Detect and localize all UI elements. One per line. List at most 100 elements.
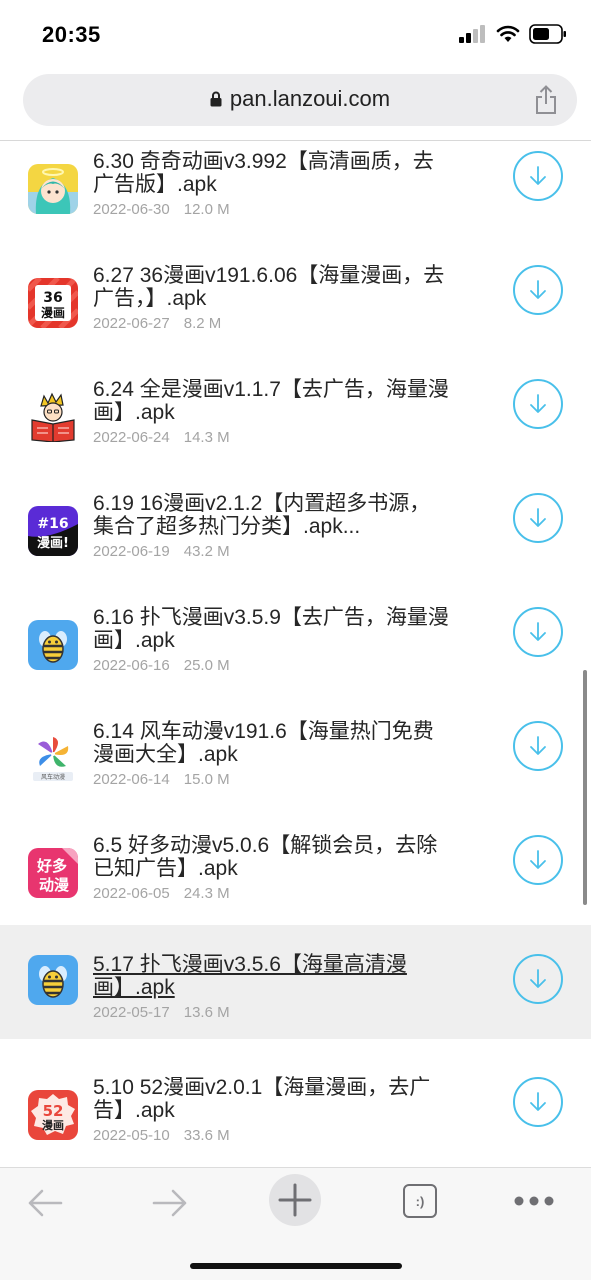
haoduo-dongman-app-icon: 好多 动漫 bbox=[28, 848, 78, 898]
icon-label: 好多 bbox=[36, 857, 67, 875]
file-date: 2022-06-16 bbox=[93, 657, 170, 674]
icon-label: 52 bbox=[43, 1102, 64, 1120]
list-item[interactable]: 6.16 扑飞漫画v3.5.9【去广告，海量漫画】.apk 2022-06-16… bbox=[0, 593, 591, 707]
more-dots-icon bbox=[514, 1196, 554, 1206]
battery-icon bbox=[529, 24, 566, 44]
download-icon bbox=[530, 736, 546, 755]
pufei-bee-app-icon bbox=[28, 620, 78, 670]
download-icon bbox=[530, 969, 546, 988]
file-size: 24.3 M bbox=[183, 885, 230, 902]
forward-button[interactable] bbox=[150, 1178, 190, 1228]
file-name[interactable]: 6.19 16漫画v2.1.2【内置超多书源， 集合了超多热门分类】.apk..… bbox=[93, 492, 453, 538]
fengche-pinwheel-app-icon: 风车动漫 bbox=[28, 734, 78, 784]
file-size: 8.2 M bbox=[183, 315, 222, 332]
tabs-button[interactable]: :) bbox=[403, 1184, 437, 1218]
file-size: 15.0 M bbox=[183, 771, 230, 788]
download-button[interactable] bbox=[513, 954, 563, 1004]
status-icons bbox=[459, 24, 567, 44]
url-domain: pan.lanzoui.com bbox=[229, 86, 391, 111]
list-item[interactable]: 风车动漫 6.14 风车动漫v191.6【海量热门免费漫画大全】.apk 202… bbox=[0, 707, 591, 821]
forward-arrow-icon bbox=[152, 1189, 187, 1217]
download-button[interactable] bbox=[513, 1077, 563, 1127]
file-meta: 2022-06-24 14.3 M bbox=[93, 429, 230, 446]
file-meta: 2022-06-16 25.0 M bbox=[93, 657, 230, 674]
download-button[interactable] bbox=[513, 379, 563, 429]
file-meta: 2022-05-17 13.6 M bbox=[93, 1004, 230, 1021]
icon-label: 漫画! bbox=[37, 535, 69, 551]
list-item[interactable]: #16 漫画! 6.19 16漫画v2.1.2【内置超多书源， 集合了超多热门分… bbox=[0, 479, 591, 593]
list-item[interactable]: 好多 动漫 6.5 好多动漫v5.0.6【解锁会员，去除已知广告】.apk 20… bbox=[0, 821, 591, 935]
download-icon bbox=[530, 850, 546, 869]
list-item[interactable]: 6.24 全是漫画v1.1.7【去广告，海量漫画】.apk 2022-06-24… bbox=[0, 365, 591, 479]
more-menu-button[interactable] bbox=[512, 1190, 556, 1212]
file-meta: 2022-06-14 15.0 M bbox=[93, 771, 230, 788]
file-list: 6.30 奇奇动画v3.992【高清画质，去广告版】.apk 2022-06-3… bbox=[0, 141, 591, 1167]
file-name[interactable]: 6.27 36漫画v191.6.06【海量漫画，去广告，】.apk bbox=[93, 264, 453, 310]
file-date: 2022-05-17 bbox=[93, 1004, 170, 1021]
file-meta: 2022-06-19 43.2 M bbox=[93, 543, 230, 560]
home-indicator bbox=[190, 1263, 402, 1269]
file-name[interactable]: 5.17 扑飞漫画v3.5.6【海量高清漫画】.apk bbox=[93, 953, 453, 999]
52-manhua-app-icon: 52 漫画 bbox=[28, 1090, 78, 1140]
wifi-icon bbox=[496, 25, 520, 42]
file-size: 43.2 M bbox=[183, 543, 230, 560]
file-meta: 2022-06-27 8.2 M bbox=[93, 315, 221, 332]
download-button[interactable] bbox=[513, 493, 563, 543]
file-size: 13.6 M bbox=[183, 1004, 230, 1021]
list-item[interactable]: 6.30 奇奇动画v3.992【高清画质，去广告版】.apk 2022-06-3… bbox=[0, 141, 591, 251]
icon-label: 漫画 bbox=[42, 1118, 64, 1132]
download-button[interactable] bbox=[513, 607, 563, 657]
list-item-selected[interactable]: 5.17 扑飞漫画v3.5.6【海量高清漫画】.apk 2022-05-17 13… bbox=[0, 925, 591, 1039]
file-date: 2022-05-10 bbox=[93, 1127, 170, 1144]
file-name[interactable]: 6.14 风车动漫v191.6【海量热门免费漫画大全】.apk bbox=[93, 720, 453, 766]
status-time: 20:35 bbox=[42, 22, 101, 47]
download-button[interactable] bbox=[513, 151, 563, 201]
download-icon bbox=[530, 622, 546, 641]
cellular-signal-icon bbox=[459, 25, 485, 43]
icon-label: 36 bbox=[43, 290, 62, 306]
quanshi-manhua-app-icon bbox=[28, 392, 78, 442]
icon-label: #16 bbox=[37, 516, 68, 532]
share-icon[interactable] bbox=[535, 85, 557, 115]
file-size: 14.3 M bbox=[183, 429, 230, 446]
new-tab-button[interactable] bbox=[269, 1174, 321, 1226]
16-manhua-app-icon: #16 漫画! bbox=[28, 506, 78, 556]
icon-label: 动漫 bbox=[39, 876, 70, 894]
lock-icon bbox=[210, 91, 222, 107]
download-button[interactable] bbox=[513, 265, 563, 315]
download-icon bbox=[530, 1092, 546, 1111]
download-button[interactable] bbox=[513, 721, 563, 771]
file-date: 2022-06-24 bbox=[93, 429, 170, 446]
address-bar[interactable]: pan.lanzoui.com bbox=[23, 74, 577, 126]
file-name[interactable]: 6.24 全是漫画v1.1.7【去广告，海量漫画】.apk bbox=[93, 378, 453, 424]
tab-count-label: :) bbox=[415, 1193, 425, 1209]
vertical-scrollbar[interactable] bbox=[583, 670, 587, 905]
file-name[interactable]: 6.16 扑飞漫画v3.5.9【去广告，海量漫画】.apk bbox=[93, 606, 453, 652]
icon-label: 风车动漫 bbox=[41, 773, 65, 781]
file-date: 2022-06-30 bbox=[93, 201, 170, 218]
file-date: 2022-06-05 bbox=[93, 885, 170, 902]
file-size: 25.0 M bbox=[183, 657, 230, 674]
file-meta: 2022-06-05 24.3 M bbox=[93, 885, 230, 902]
icon-label: 漫画 bbox=[41, 305, 65, 320]
back-button[interactable] bbox=[25, 1178, 65, 1228]
pufei-bee-app-icon bbox=[28, 955, 78, 1005]
download-icon bbox=[530, 280, 546, 299]
list-item[interactable]: 36 漫画 6.27 36漫画v191.6.06【海量漫画，去广告，】.apk … bbox=[0, 251, 591, 365]
back-arrow-icon bbox=[28, 1189, 63, 1217]
qiqi-anime-app-icon bbox=[28, 164, 78, 214]
file-name[interactable]: 5.10 52漫画v2.0.1【海量漫画，去广告】.apk bbox=[93, 1076, 453, 1122]
file-date: 2022-06-27 bbox=[93, 315, 170, 332]
file-name[interactable]: 6.30 奇奇动画v3.992【高清画质，去广告版】.apk bbox=[93, 150, 453, 196]
file-meta: 2022-06-30 12.0 M bbox=[93, 201, 230, 218]
file-name[interactable]: 6.5 好多动漫v5.0.6【解锁会员，去除已知广告】.apk bbox=[93, 834, 453, 880]
download-button[interactable] bbox=[513, 835, 563, 885]
file-size: 33.6 M bbox=[183, 1127, 230, 1144]
plus-icon bbox=[278, 1183, 312, 1217]
list-item[interactable]: 52 漫画 5.10 52漫画v2.0.1【海量漫画，去广告】.apk 2022… bbox=[0, 1063, 591, 1167]
file-date: 2022-06-19 bbox=[93, 543, 170, 560]
url-display[interactable]: pan.lanzoui.com bbox=[23, 86, 577, 112]
status-bar: 20:35 bbox=[0, 0, 591, 70]
36-manhua-app-icon: 36 漫画 bbox=[28, 278, 78, 328]
download-icon bbox=[530, 508, 546, 527]
